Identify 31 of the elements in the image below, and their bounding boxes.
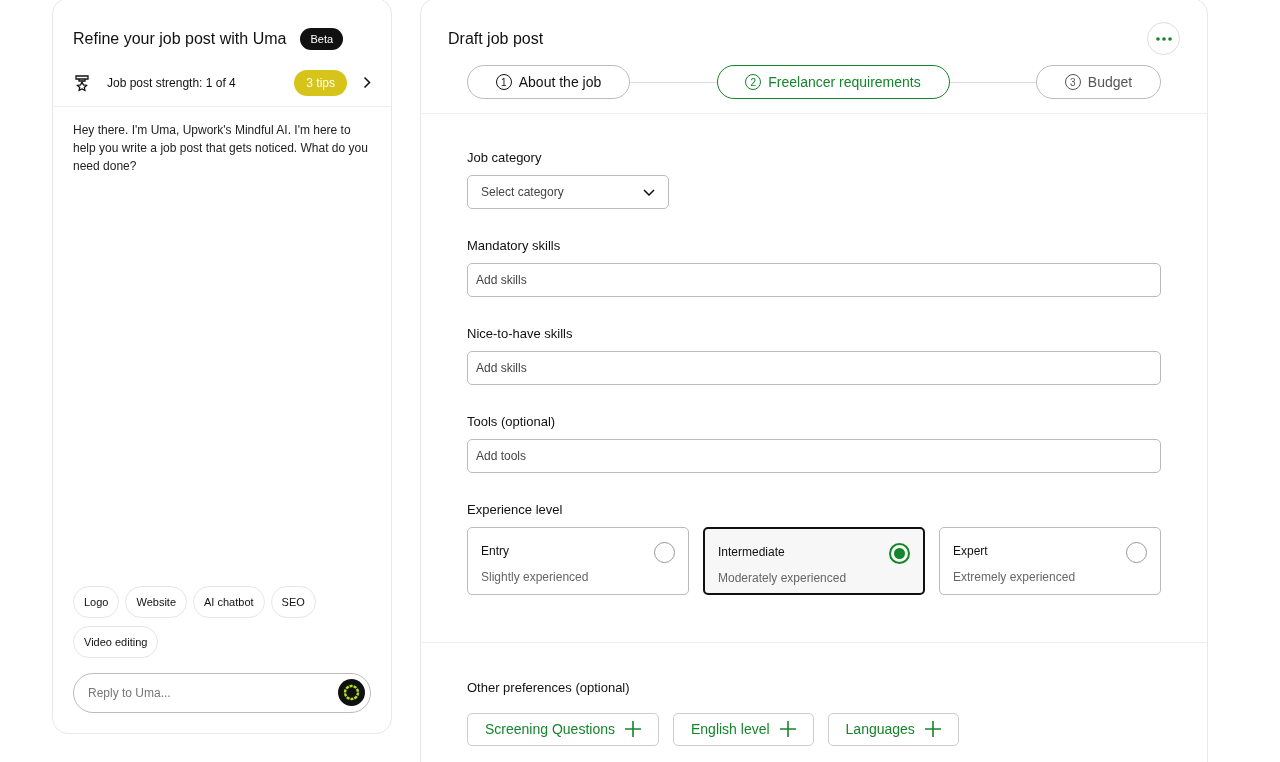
text-input-field[interactable]: Add tools: [467, 439, 1161, 473]
field-label: Mandatory skills: [467, 238, 561, 254]
experience-option[interactable]: Entry Slightly experienced: [467, 527, 689, 595]
experience-option[interactable]: Intermediate Moderately experienced: [703, 527, 925, 595]
plus-icon: [779, 721, 796, 737]
text-input-field[interactable]: Add skills: [467, 351, 1161, 385]
reply-field[interactable]: Reply to Uma...: [73, 673, 371, 713]
add-preference-button[interactable]: English level: [672, 712, 814, 746]
plus-icon: [624, 721, 641, 737]
field-label: Job category: [467, 150, 542, 166]
send-button[interactable]: [338, 679, 365, 706]
field-label: Tools (optional): [467, 414, 556, 430]
field-label: Nice-to-have skills: [467, 326, 573, 342]
section-label: Other preferences (optional): [467, 679, 631, 697]
radio-button[interactable]: [889, 543, 910, 564]
panel-title: Refine your job post with Uma: [73, 29, 287, 49]
add-preference-button[interactable]: Screening Questions: [467, 712, 659, 746]
panel-title: Draft job post: [448, 28, 544, 49]
more-icon: [1155, 36, 1172, 41]
trophy-icon: [73, 73, 91, 92]
assistant-message: Hey there. I'm Uma, Upwork's Mindful AI. I'm here to help you write a job post that gets noticed. What do you need done?: [72, 122, 369, 175]
beta-badge: Beta: [300, 27, 344, 51]
chevron-down-icon: [643, 188, 655, 196]
chevron-right-icon[interactable]: [363, 76, 371, 89]
category-dropdown[interactable]: Select category: [467, 175, 669, 209]
text-input-field[interactable]: Add skills: [467, 263, 1161, 297]
plus-icon: [924, 721, 941, 737]
experience-option[interactable]: Expert Extremely experienced: [939, 527, 1161, 595]
field-label: Experience level: [467, 502, 563, 518]
strength-label: Job post strength: 1 of 4: [107, 74, 237, 92]
add-preference-button[interactable]: Languages: [827, 712, 959, 746]
